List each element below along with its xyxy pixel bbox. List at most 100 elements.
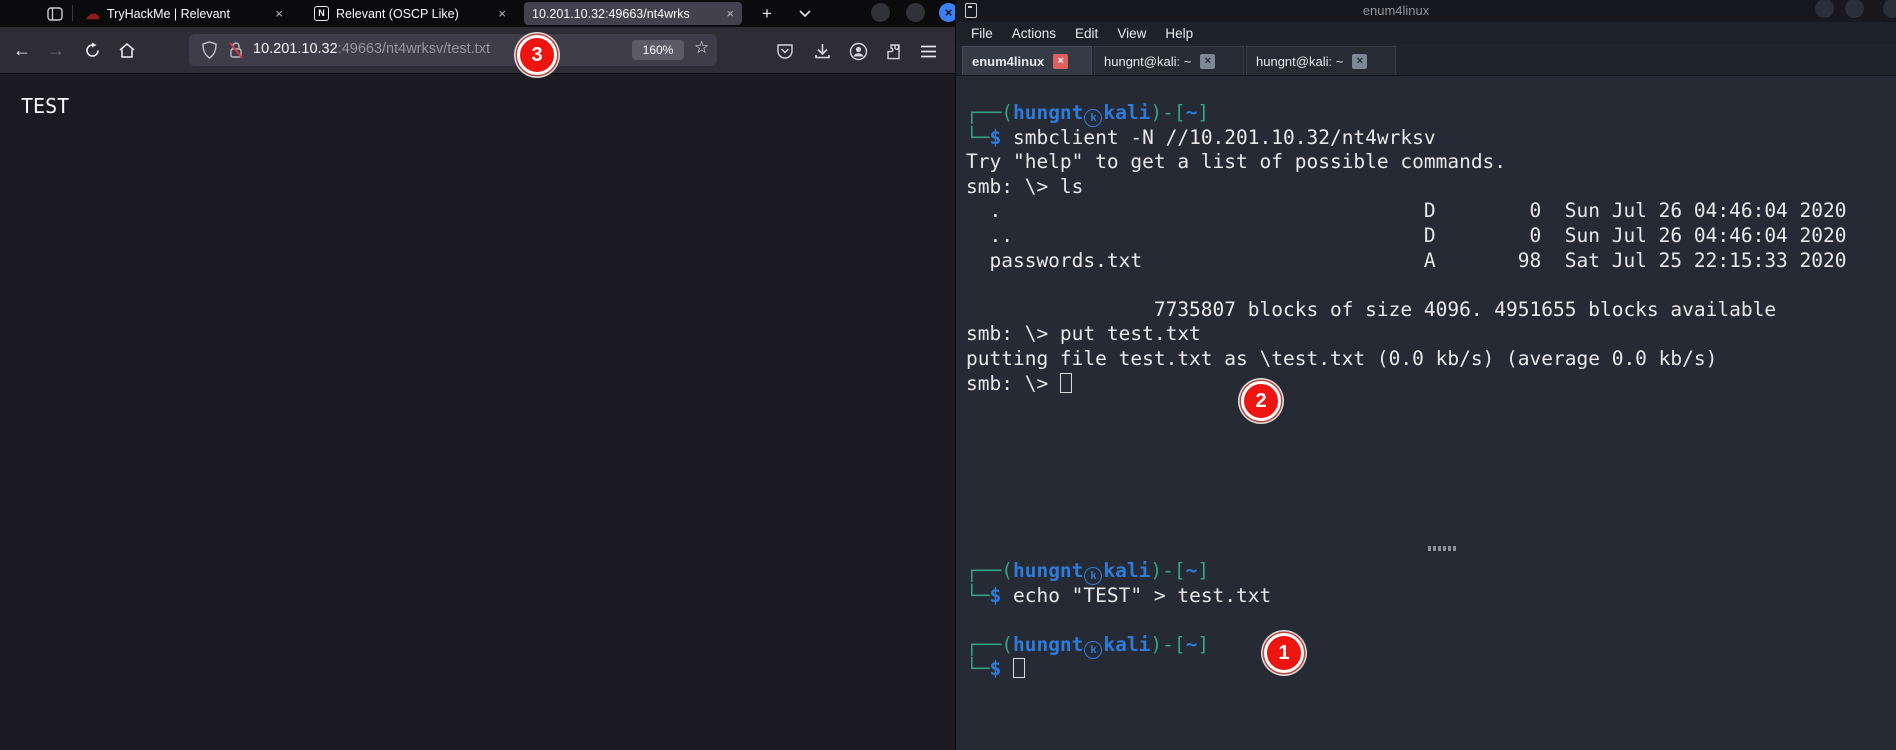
window-maximize-button[interactable] bbox=[906, 3, 925, 22]
tab-close-icon[interactable]: × bbox=[726, 6, 734, 21]
tab-title: TryHackMe | Relevant bbox=[107, 7, 267, 21]
tab-close-icon[interactable]: × bbox=[1352, 54, 1367, 69]
terminal-text-segment: hungnt bbox=[1013, 559, 1083, 582]
terminal-text-segment: $ bbox=[989, 584, 1001, 607]
terminal-text-segment: ~ bbox=[1186, 633, 1198, 656]
tab-close-icon[interactable]: × bbox=[1053, 54, 1068, 69]
terminal-line bbox=[966, 608, 1271, 633]
menu-help[interactable]: Help bbox=[1165, 26, 1193, 41]
terminal-text-segment: └─ bbox=[966, 126, 989, 149]
terminal-text-segment: passwords.txt A 98 Sat Jul 25 22:15:33 2… bbox=[966, 249, 1847, 272]
url-bar[interactable]: 10.201.10.32:49663/nt4wrksv/test.txt 160… bbox=[189, 34, 717, 66]
terminal-text-segment: )-[ bbox=[1150, 559, 1185, 582]
terminal-text-segment: ] bbox=[1197, 101, 1209, 124]
terminal-text-segment: smb: \> bbox=[966, 372, 1060, 395]
tab-list-chevron-icon[interactable] bbox=[797, 6, 813, 20]
terminal-line bbox=[966, 273, 1847, 298]
browser-tab-bar: ☁ TryHackMe | Relevant × N Relevant (OSC… bbox=[0, 0, 955, 27]
terminal-text-segment: kali bbox=[1103, 633, 1150, 656]
terminal-screen[interactable]: ┌──(hungntkkali)-[~]└─$ smbclient -N //1… bbox=[956, 76, 1896, 750]
forward-button[interactable]: → bbox=[42, 36, 70, 64]
reload-icon bbox=[84, 42, 101, 59]
tab-close-icon[interactable]: × bbox=[1200, 54, 1215, 69]
terminal-text-segment: putting file test.txt as \test.txt (0.0 … bbox=[966, 347, 1717, 370]
hamburger-menu-icon[interactable] bbox=[916, 39, 940, 63]
firefox-view-icon bbox=[47, 7, 63, 21]
terminal-tab-kali-1[interactable]: hungnt@kali: ~ × bbox=[1094, 46, 1244, 75]
terminal-line: passwords.txt A 98 Sat Jul 25 22:15:33 2… bbox=[966, 249, 1847, 274]
terminal-line: └─$ echo "TEST" > test.txt bbox=[966, 584, 1271, 609]
browser-tab-active-url[interactable]: 10.201.10.32:49663/nt4wrks × bbox=[524, 2, 742, 25]
zoom-level-badge[interactable]: 160% bbox=[632, 40, 684, 60]
account-icon[interactable] bbox=[846, 39, 870, 63]
terminal-line: 7735807 blocks of size 4096. 4951655 blo… bbox=[966, 298, 1847, 323]
url-path: :49663/nt4wrksv/test.txt bbox=[338, 41, 490, 57]
terminal-line: putting file test.txt as \test.txt (0.0 … bbox=[966, 347, 1847, 372]
tab-close-icon[interactable]: × bbox=[498, 6, 506, 21]
terminal-output-bottom: ┌──(hungntkkali)-[~]└─$ echo "TEST" > te… bbox=[966, 559, 1271, 682]
tryhackme-favicon-cloud-icon: ☁ bbox=[85, 5, 100, 23]
terminal-text-segment: └─ bbox=[966, 584, 989, 607]
menu-edit[interactable]: Edit bbox=[1075, 26, 1098, 41]
terminal-text-segment: ┌──( bbox=[966, 633, 1013, 656]
terminal-maximize-button[interactable] bbox=[1845, 0, 1864, 18]
terminal-text-segment: ~ bbox=[1186, 559, 1198, 582]
back-button[interactable]: ← bbox=[8, 36, 36, 64]
terminal-menu-bar: File Actions Edit View Help bbox=[956, 22, 1896, 44]
terminal-close-button[interactable] bbox=[1883, 0, 1896, 18]
terminal-text-segment: kali bbox=[1103, 559, 1150, 582]
tab-title: Relevant (OSCP Like) bbox=[336, 7, 490, 21]
terminal-text-segment: )-[ bbox=[1150, 101, 1185, 124]
terminal-line: . D 0 Sun Jul 26 04:46:04 2020 bbox=[966, 199, 1847, 224]
terminal-tab-kali-2[interactable]: hungnt@kali: ~ × bbox=[1246, 46, 1396, 75]
tab-separator bbox=[72, 5, 73, 21]
menu-actions[interactable]: Actions bbox=[1012, 26, 1056, 41]
browser-tab-relevant-oscp[interactable]: N Relevant (OSCP Like) × bbox=[306, 2, 514, 25]
url-host: 10.201.10.32 bbox=[253, 41, 338, 57]
terminal-text-segment: ~ bbox=[1186, 101, 1198, 124]
terminal-text-segment bbox=[1001, 657, 1013, 680]
window-minimize-button[interactable] bbox=[871, 3, 890, 22]
terminal-tab-enum4linux[interactable]: enum4linux × bbox=[962, 46, 1092, 75]
browser-tab-tryhackme[interactable]: ☁ TryHackMe | Relevant × bbox=[77, 2, 291, 25]
qterminal-window: enum4linux File Actions Edit View Help e… bbox=[955, 0, 1896, 750]
home-button[interactable] bbox=[113, 36, 141, 64]
home-icon bbox=[118, 42, 136, 59]
terminal-text-segment: k bbox=[1084, 641, 1102, 659]
menu-view[interactable]: View bbox=[1117, 26, 1146, 41]
tab-close-icon[interactable]: × bbox=[275, 6, 283, 21]
terminal-line: └─$ smbclient -N //10.201.10.32/nt4wrksv bbox=[966, 126, 1847, 151]
terminal-text-segment: $ bbox=[989, 657, 1001, 680]
terminal-line: ┌──(hungntkkali)-[~] bbox=[966, 559, 1271, 584]
terminal-output-top: ┌──(hungntkkali)-[~]└─$ smbclient -N //1… bbox=[966, 101, 1847, 396]
terminal-text-segment: echo "TEST" > test.txt bbox=[1001, 584, 1271, 607]
terminal-line: smb: \> bbox=[966, 372, 1847, 397]
ellipsis-dots bbox=[1428, 546, 1456, 551]
annotation-circle-3: 3 bbox=[517, 35, 557, 75]
lock-slash-icon[interactable] bbox=[228, 41, 244, 59]
terminal-tab-label: enum4linux bbox=[972, 54, 1044, 69]
terminal-tab-bar: enum4linux × hungnt@kali: ~ × hungnt@kal… bbox=[956, 44, 1896, 76]
terminal-line: smb: \> put test.txt bbox=[966, 322, 1847, 347]
terminal-tab-label: hungnt@kali: ~ bbox=[1256, 54, 1343, 69]
terminal-text-segment: Try "help" to get a list of possible com… bbox=[966, 150, 1506, 173]
terminal-window-title: enum4linux bbox=[956, 3, 1836, 18]
terminal-line: .. D 0 Sun Jul 26 04:46:04 2020 bbox=[966, 224, 1847, 249]
terminal-text-segment: ] bbox=[1197, 559, 1209, 582]
terminal-text-segment: k bbox=[1084, 567, 1102, 585]
firefox-view-button[interactable] bbox=[42, 4, 68, 23]
pocket-icon[interactable] bbox=[773, 39, 797, 63]
menu-file[interactable]: File bbox=[971, 26, 993, 41]
url-text: 10.201.10.32:49663/nt4wrksv/test.txt bbox=[253, 41, 490, 57]
bookmark-star-icon[interactable]: ☆ bbox=[694, 38, 709, 58]
terminal-line: smb: \> ls bbox=[966, 175, 1847, 200]
notion-favicon-icon: N bbox=[314, 6, 329, 21]
terminal-line: ┌──(hungntkkali)-[~] bbox=[966, 633, 1271, 658]
terminal-cursor bbox=[1013, 658, 1025, 678]
terminal-text-segment: smb: \> ls bbox=[966, 175, 1083, 198]
shield-icon[interactable] bbox=[202, 41, 217, 59]
new-tab-button[interactable]: + bbox=[755, 2, 779, 25]
extensions-puzzle-icon[interactable] bbox=[881, 39, 905, 63]
download-icon[interactable] bbox=[810, 39, 834, 63]
reload-button[interactable] bbox=[78, 36, 106, 64]
